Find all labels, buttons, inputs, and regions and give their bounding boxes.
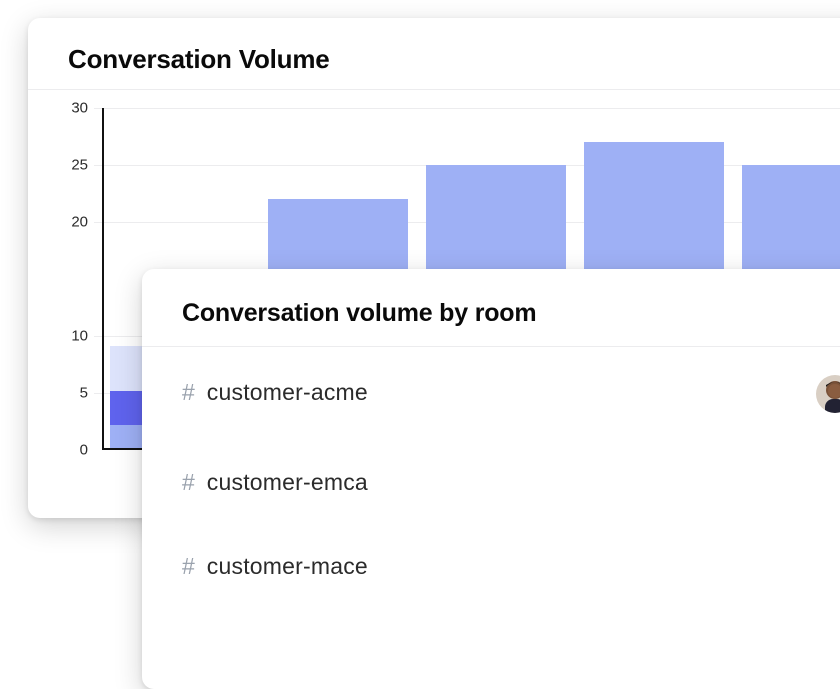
hash-icon: # — [182, 553, 195, 580]
y-tick-label: 20 — [71, 214, 88, 231]
room-row[interactable]: # customer-mace — [182, 527, 840, 606]
avatar — [814, 373, 840, 411]
volume-card-title: Conversation Volume — [68, 44, 840, 75]
avatar-group — [814, 373, 840, 411]
volume-by-room-card: Conversation volume by room # customer-ac… — [142, 269, 840, 689]
rooms-card-title: Conversation volume by room — [182, 299, 840, 328]
hash-icon: # — [182, 469, 195, 496]
y-tick-label: 10 — [71, 328, 88, 345]
y-tick-label: 0 — [80, 442, 88, 459]
y-tick-label: 30 — [71, 100, 88, 117]
y-tick-label: 5 — [80, 385, 88, 402]
room-row[interactable]: # customer-emca — [182, 437, 840, 527]
room-name: customer-mace — [207, 553, 368, 580]
room-row[interactable]: # customer-acme — [182, 347, 840, 437]
room-name: customer-emca — [207, 469, 368, 496]
hash-icon: # — [182, 379, 195, 406]
divider — [28, 89, 840, 90]
room-name: customer-acme — [207, 379, 368, 406]
y-tick-label: 25 — [71, 157, 88, 174]
